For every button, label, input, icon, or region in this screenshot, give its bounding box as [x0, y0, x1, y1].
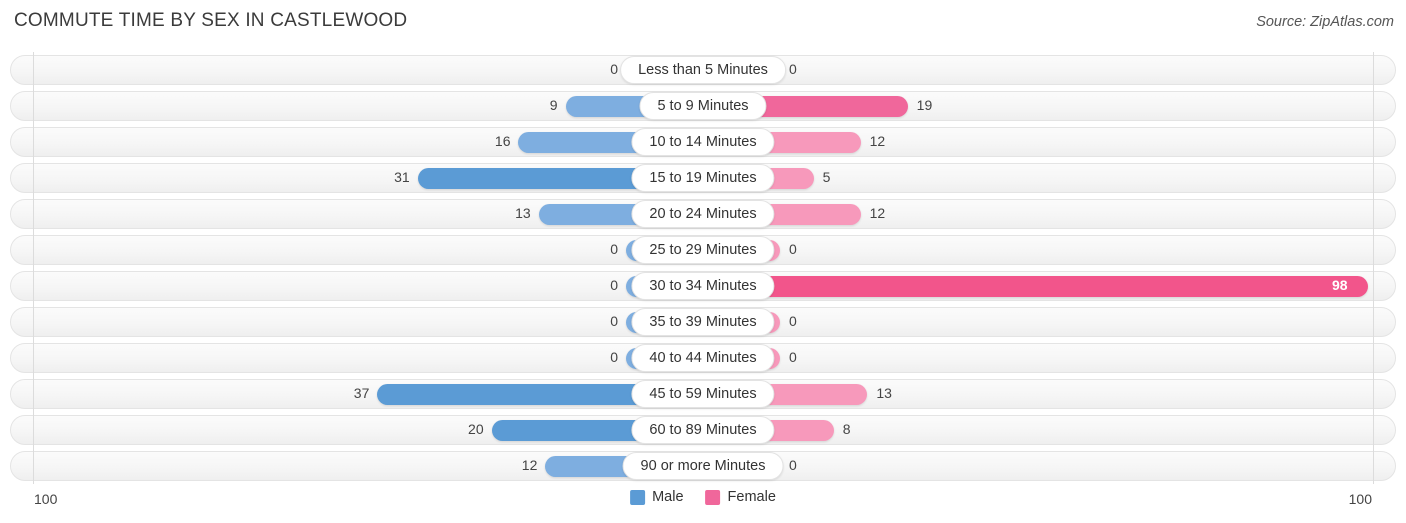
- legend-swatch-female: [705, 489, 721, 505]
- category-label: 15 to 19 Minutes: [631, 164, 775, 192]
- value-female: 12: [869, 205, 886, 221]
- chart-row: 0 0 40 to 44 Minutes: [0, 340, 1406, 376]
- chart-row: 20 8 60 to 89 Minutes: [0, 412, 1406, 448]
- legend-label-male: Male: [652, 489, 684, 505]
- value-male: 0: [610, 61, 618, 77]
- value-male: 0: [610, 277, 618, 293]
- value-female: 0: [789, 61, 797, 77]
- value-male: 31: [394, 169, 410, 185]
- category-label: 25 to 29 Minutes: [631, 236, 775, 264]
- category-label: Less than 5 Minutes: [620, 56, 786, 84]
- legend-swatch-male: [630, 489, 646, 505]
- legend-item-female[interactable]: Female: [705, 489, 776, 505]
- axis-max-left: 100: [34, 491, 58, 507]
- chart-row: 0 0 Less than 5 Minutes: [0, 52, 1406, 88]
- value-female: 19: [916, 97, 933, 113]
- axis-line-right: [1373, 52, 1374, 484]
- value-female: 5: [822, 169, 831, 185]
- value-male: 0: [610, 313, 618, 329]
- chart-row: 9 19 5 to 9 Minutes: [0, 88, 1406, 124]
- chart-row: 0 0 25 to 29 Minutes: [0, 232, 1406, 268]
- chart-container: COMMUTE TIME BY SEX IN CASTLEWOOD Source…: [0, 0, 1406, 523]
- chart-row: 0 0 35 to 39 Minutes: [0, 304, 1406, 340]
- category-label: 35 to 39 Minutes: [631, 308, 775, 336]
- value-female: 0: [789, 313, 797, 329]
- category-label: 90 or more Minutes: [622, 452, 784, 480]
- category-label: 45 to 59 Minutes: [631, 380, 775, 408]
- value-female: 12: [869, 133, 886, 149]
- value-male: 37: [353, 385, 370, 401]
- bar-female[interactable]: [699, 276, 1368, 297]
- bars-area: 0 0 Less than 5 Minutes 9 19 5 to 9 Minutes 16…: [0, 52, 1406, 484]
- page-title: COMMUTE TIME BY SEX IN CASTLEWOOD: [14, 10, 408, 31]
- category-label: 60 to 89 Minutes: [631, 416, 775, 444]
- value-female: 0: [789, 349, 797, 365]
- value-male: 16: [494, 133, 511, 149]
- value-female: 8: [842, 421, 851, 437]
- category-label: 40 to 44 Minutes: [631, 344, 775, 372]
- value-female: 0: [789, 457, 797, 473]
- chart-footer: 100 100 Male Female: [0, 487, 1406, 515]
- legend-label-female: Female: [727, 489, 776, 505]
- value-male: 20: [468, 421, 484, 437]
- category-label: 30 to 34 Minutes: [631, 272, 775, 300]
- value-male: 12: [521, 457, 538, 473]
- category-label: 20 to 24 Minutes: [631, 200, 775, 228]
- legend: Male Female: [630, 489, 776, 505]
- chart-row: 31 5 15 to 19 Minutes: [0, 160, 1406, 196]
- chart-row: 12 0 90 or more Minutes: [0, 448, 1406, 484]
- chart-row: 0 98 30 to 34 Minutes: [0, 268, 1406, 304]
- value-female: 13: [876, 385, 892, 401]
- category-label: 5 to 9 Minutes: [639, 92, 767, 120]
- chart-row: 13 12 20 to 24 Minutes: [0, 196, 1406, 232]
- legend-item-male[interactable]: Male: [630, 489, 684, 505]
- value-male: 0: [610, 241, 618, 257]
- axis-line-left: [33, 52, 34, 484]
- value-male: 9: [549, 97, 558, 113]
- category-label: 10 to 14 Minutes: [631, 128, 775, 156]
- chart-row: 37 13 45 to 59 Minutes: [0, 376, 1406, 412]
- value-male: 13: [515, 205, 531, 221]
- source-attribution: Source: ZipAtlas.com: [1256, 14, 1394, 30]
- value-male: 0: [610, 349, 618, 365]
- axis-max-right: 100: [1348, 491, 1372, 507]
- value-female: 98: [1332, 277, 1348, 293]
- chart-row: 16 12 10 to 14 Minutes: [0, 124, 1406, 160]
- value-female: 0: [789, 241, 797, 257]
